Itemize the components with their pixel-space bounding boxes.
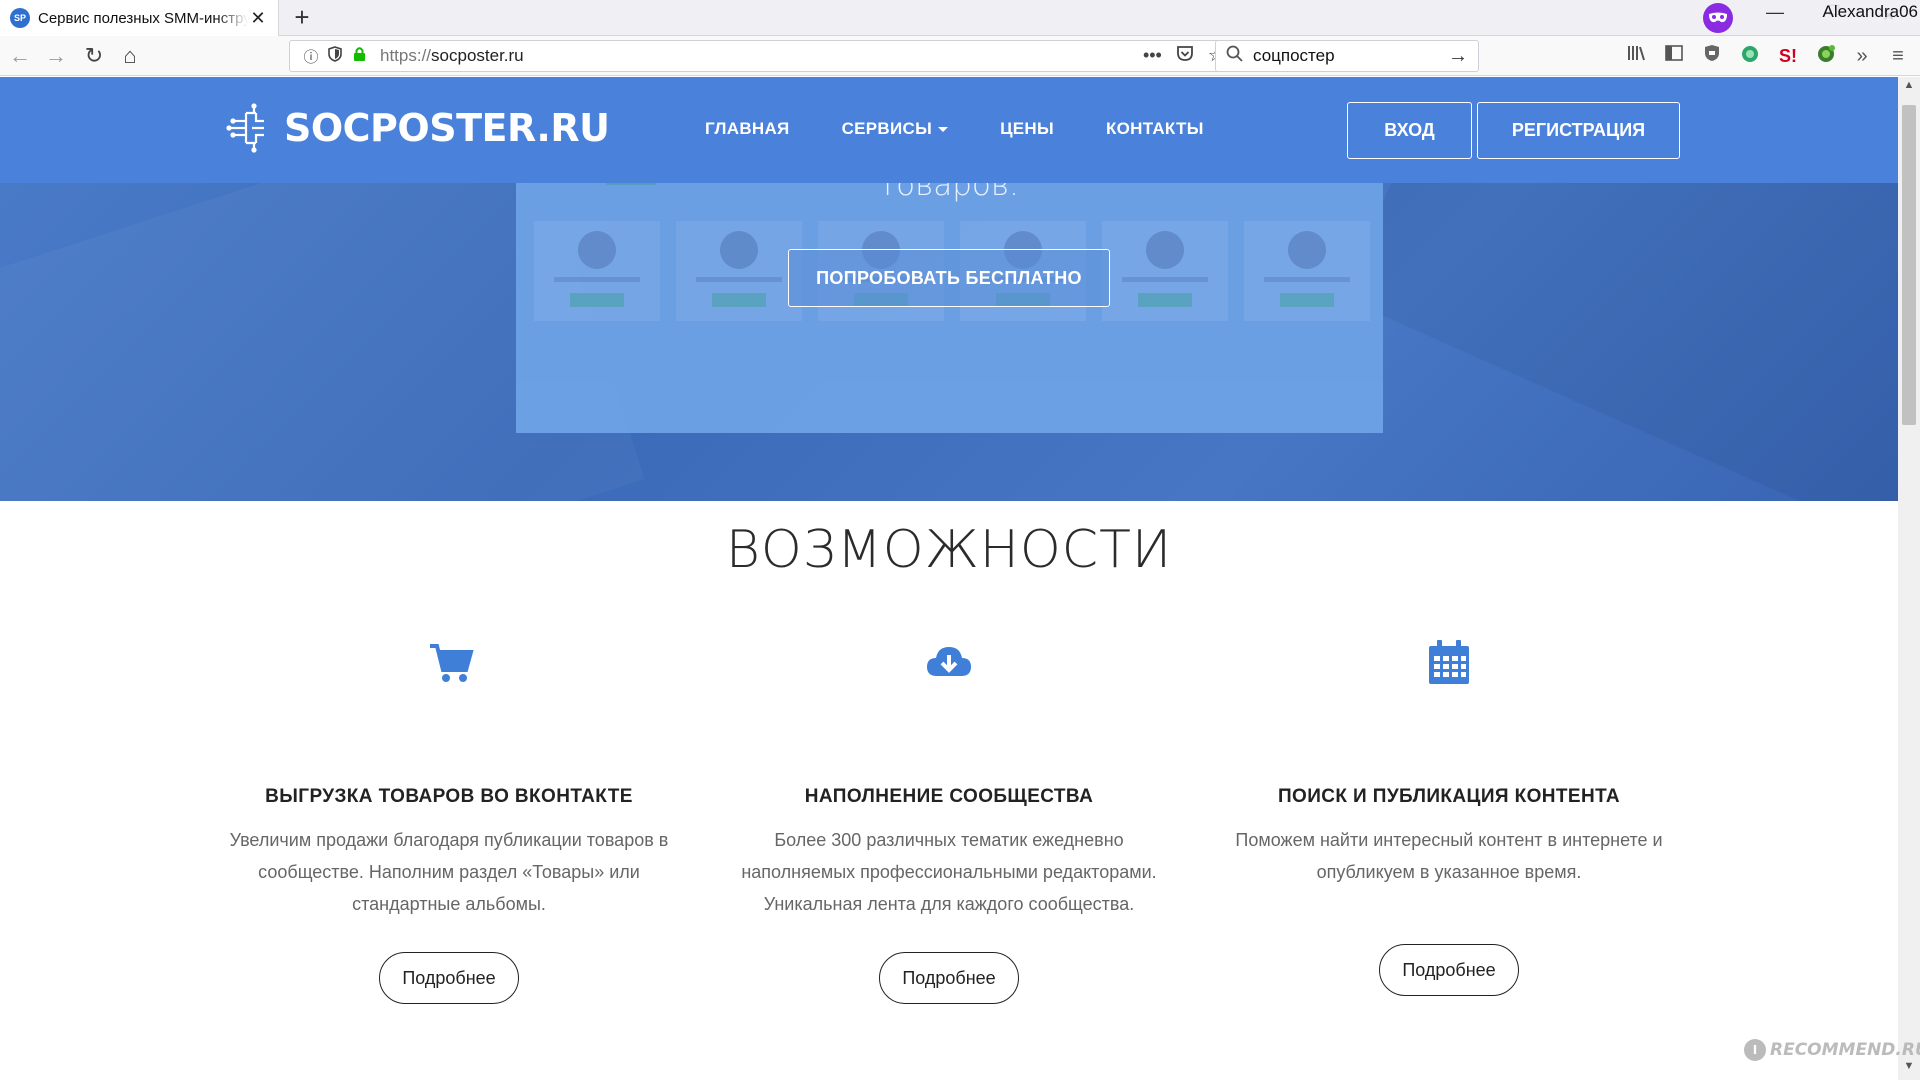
shopping-cart-icon <box>430 644 474 682</box>
caret-down-icon <box>938 127 949 133</box>
preview-card <box>1102 221 1228 321</box>
search-icon <box>1226 45 1243 67</box>
navigation-toolbar: ← → ↻ ⌂ ⓘ https://socposter.ru ••• ☆ соц… <box>0 36 1920 76</box>
minimize-window-icon[interactable]: — <box>1766 2 1784 23</box>
try-free-button[interactable]: ПОПРОБОВАТЬ БЕСПЛАТНО <box>788 249 1110 307</box>
site-favicon-icon: SP <box>10 8 30 28</box>
search-bar[interactable]: соцпостер → <box>1215 40 1479 72</box>
search-go-arrow-icon[interactable]: → <box>1448 45 1468 68</box>
menu-item-contacts[interactable]: КОНТАКТЫ <box>1106 119 1204 139</box>
calendar-icon <box>1429 640 1469 684</box>
menu-item-services[interactable]: СЕРВИСЫ <box>841 119 949 139</box>
circuit-logo-icon <box>226 103 264 153</box>
tracking-shield-icon[interactable] <box>324 46 346 66</box>
register-button[interactable]: РЕГИСТРАЦИЯ <box>1477 102 1680 159</box>
new-tab-button[interactable]: + <box>286 2 318 34</box>
url-text[interactable]: https://socposter.ru <box>380 46 1143 66</box>
windows-user-name: Alexandra06 <box>1820 2 1920 22</box>
home-icon[interactable]: ⌂ <box>116 42 144 70</box>
menu-item-home[interactable]: ГЛАВНАЯ <box>705 119 790 139</box>
adblock-extension-icon[interactable] <box>1814 44 1838 68</box>
preview-card <box>676 221 802 321</box>
menu-icon[interactable]: ≡ <box>1886 44 1910 68</box>
reload-icon[interactable]: ↻ <box>80 42 108 70</box>
forward-icon[interactable]: → <box>42 42 70 70</box>
url-protocol: https:// <box>380 46 432 65</box>
address-bar[interactable]: ⓘ https://socposter.ru ••• ☆ <box>289 40 1237 72</box>
overflow-chevrons-icon[interactable]: » <box>1850 44 1874 68</box>
tab-strip: SP Сервис полезных SMM-инструментов ✕ + … <box>0 0 1920 36</box>
page-actions-menu-icon[interactable]: ••• <box>1143 45 1162 67</box>
feature-title: ПОИСК И ПУБЛИКАЦИЯ КОНТЕНТА <box>1277 786 1621 807</box>
recommend-watermark: I RECOMMEND.RU <box>1744 1039 1920 1061</box>
watermark-badge: I <box>1744 1039 1766 1061</box>
feature-description: Увеличим продажи благодаря публикации то… <box>229 830 669 914</box>
tab-title: Сервис полезных SMM-инструментов <box>38 9 248 27</box>
feature-description: Поможем найти интересный контент в интер… <box>1235 830 1663 882</box>
pocket-icon[interactable] <box>1176 45 1194 67</box>
scroll-up-arrow-icon[interactable]: ▲ <box>1898 79 1920 97</box>
features-heading: ВОЗМОЖНОСТИ <box>725 520 1173 580</box>
feature-description: Более 300 различных тематик ежедневно на… <box>741 830 1157 914</box>
feature-more-button[interactable]: Подробнее <box>379 952 519 1004</box>
lock-icon[interactable] <box>348 46 370 66</box>
tab-close-icon[interactable]: ✕ <box>248 8 268 29</box>
scroll-down-arrow-icon[interactable]: ▼ <box>1898 1060 1920 1078</box>
preview-card <box>1244 221 1370 321</box>
site-logo[interactable]: SOCPOSTER.RU <box>224 103 610 153</box>
feature-title: НАПОЛНЕНИЕ СООБЩЕСТВА <box>804 786 1094 807</box>
feature-more-button[interactable]: Подробнее <box>879 952 1019 1004</box>
seo-extension-icon[interactable]: S! <box>1776 44 1800 68</box>
logo-text: SOCPOSTER.RU <box>284 106 610 150</box>
info-icon[interactable]: ⓘ <box>300 46 322 67</box>
cloud-download-icon <box>927 647 971 676</box>
menu-item-services-label: СЕРВИСЫ <box>841 119 933 138</box>
search-input[interactable]: соцпостер <box>1253 46 1448 66</box>
back-icon[interactable]: ← <box>6 42 34 70</box>
main-menu: ГЛАВНАЯ СЕРВИСЫ ЦЕНЫ КОНТАКТЫ <box>705 119 1204 139</box>
sidebar-icon[interactable] <box>1662 44 1686 68</box>
scrollbar-thumb[interactable] <box>1902 105 1916 425</box>
watermark-text: RECOMMEND.RU <box>1770 1040 1920 1060</box>
feature-title: ВЫГРУЗКА ТОВАРОВ ВО ВКОНТАКТЕ <box>265 786 633 807</box>
feature-more-button[interactable]: Подробнее <box>1379 944 1519 996</box>
vpn-extension-icon[interactable] <box>1738 44 1762 68</box>
login-button[interactable]: ВХОД <box>1347 102 1472 159</box>
library-icon[interactable] <box>1624 44 1648 68</box>
preview-card <box>534 221 660 321</box>
site-header: SOCPOSTER.RU ГЛАВНАЯ СЕРВИСЫ ЦЕНЫ КОНТАК… <box>0 77 1898 183</box>
privacy-badger-extension-icon[interactable] <box>1700 44 1724 68</box>
url-host: socposter.ru <box>431 46 524 65</box>
private-browsing-mask-icon <box>1703 3 1733 33</box>
active-tab[interactable]: SP Сервис полезных SMM-инструментов ✕ <box>0 0 279 36</box>
page-scrollbar[interactable]: ▲ ▼ <box>1898 77 1920 1080</box>
menu-item-prices[interactable]: ЦЕНЫ <box>1000 119 1054 139</box>
